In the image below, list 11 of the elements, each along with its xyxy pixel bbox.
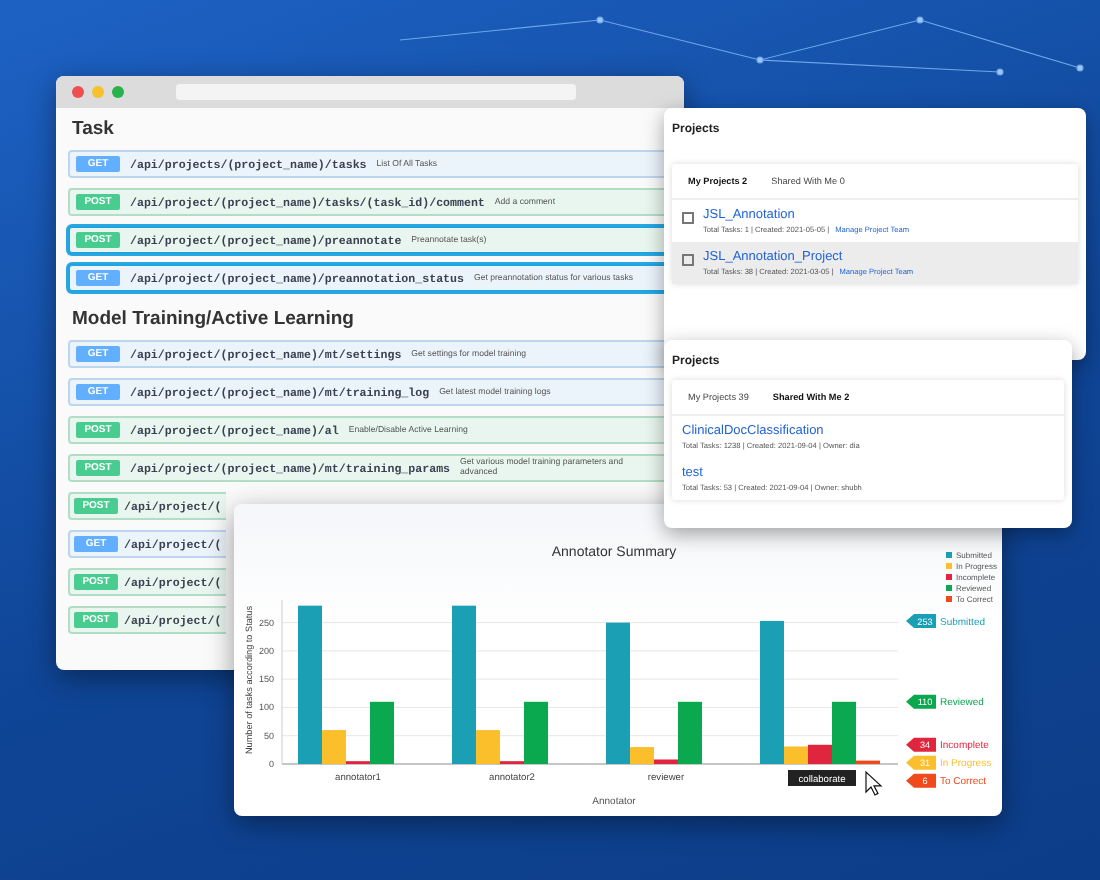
checkbox[interactable] [682,212,693,223]
minimize-icon[interactable] [92,86,104,98]
maximize-icon[interactable] [112,86,124,98]
bar[interactable] [808,744,832,764]
close-icon[interactable] [72,86,84,98]
cursor-icon [865,770,883,796]
bar[interactable] [654,759,678,764]
section-heading: Task [72,118,116,140]
checkbox[interactable] [682,254,693,265]
section-heading: Model Training/Active Learning [72,308,356,330]
address-bar[interactable] [176,84,576,100]
